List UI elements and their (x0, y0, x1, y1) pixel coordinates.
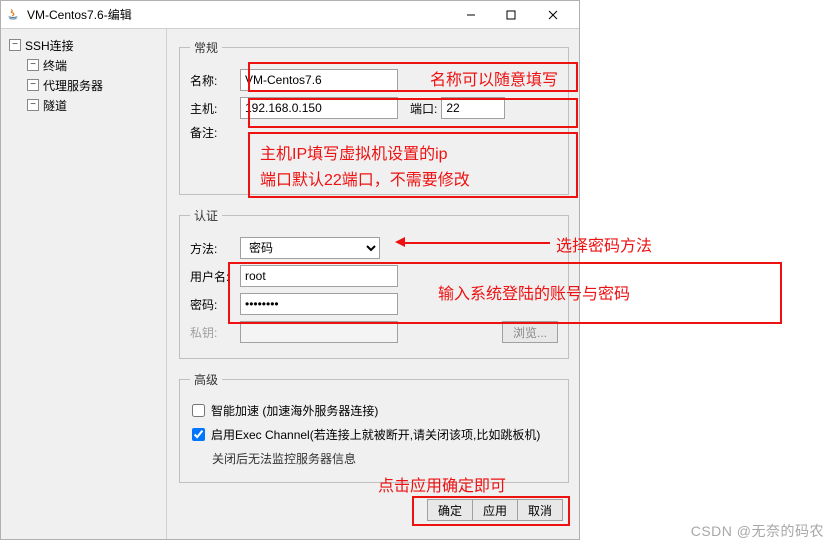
name-input[interactable] (240, 69, 398, 91)
advanced-legend: 高级 (190, 371, 222, 388)
main-panel: 常规 名称: 主机: 端口: 备注: 认证 方法 (167, 29, 579, 539)
method-label: 方法: (190, 240, 236, 257)
port-label: 端口: (410, 100, 437, 117)
tree: − SSH连接 − 终端 − 代理服务器 − 隧道 (5, 35, 162, 115)
tree-item-label: 代理服务器 (43, 77, 103, 94)
tree-item-tunnel[interactable]: − 隧道 (25, 95, 162, 115)
dialog-window: VM-Centos7.6-编辑 − SSH连接 − 终端 − (0, 0, 580, 540)
pass-label: 密码: (190, 296, 236, 313)
titlebar: VM-Centos7.6-编辑 (1, 1, 579, 29)
name-label: 名称: (190, 72, 236, 89)
annot-arrow-head-icon (395, 237, 405, 247)
collapse-icon[interactable]: − (27, 59, 39, 71)
maximize-button[interactable] (491, 1, 531, 29)
tree-root-label: SSH连接 (25, 37, 74, 54)
window-title: VM-Centos7.6-编辑 (27, 6, 451, 23)
note-label: 备注: (190, 124, 236, 141)
collapse-icon[interactable]: − (9, 39, 21, 51)
tree-item-label: 终端 (43, 57, 67, 74)
host-input[interactable] (240, 97, 398, 119)
tree-item-label: 隧道 (43, 97, 67, 114)
collapse-icon[interactable]: − (27, 79, 39, 91)
ok-button[interactable]: 确定 (427, 499, 473, 521)
key-input (240, 321, 398, 343)
accel-label: 智能加速 (加速海外服务器连接) (211, 402, 378, 419)
java-icon (5, 7, 21, 23)
password-input[interactable] (240, 293, 398, 315)
general-fieldset: 常规 名称: 主机: 端口: 备注: (179, 39, 569, 195)
accel-checkbox[interactable] (192, 404, 205, 417)
exec-note: 关闭后无法监控服务器信息 (212, 450, 356, 467)
port-input[interactable] (441, 97, 505, 119)
general-legend: 常规 (190, 39, 222, 56)
exec-checkbox[interactable] (192, 428, 205, 441)
tree-item-terminal[interactable]: − 终端 (25, 55, 162, 75)
tree-item-proxy[interactable]: − 代理服务器 (25, 75, 162, 95)
minimize-button[interactable] (451, 1, 491, 29)
advanced-fieldset: 高级 智能加速 (加速海外服务器连接) 启用Exec Channel(若连接上就… (179, 371, 569, 483)
button-bar: 确定 应用 取消 (179, 495, 569, 527)
key-label: 私钥: (190, 324, 236, 341)
close-button[interactable] (531, 1, 575, 29)
user-label: 用户名: (190, 268, 236, 285)
watermark: CSDN @无奈的码农 (691, 521, 824, 541)
apply-button[interactable]: 应用 (473, 499, 518, 521)
cancel-button[interactable]: 取消 (518, 499, 563, 521)
annot-arrow-line (405, 242, 550, 244)
browse-button: 浏览... (502, 321, 558, 343)
collapse-icon[interactable]: − (27, 99, 39, 111)
auth-legend: 认证 (190, 207, 222, 224)
method-select[interactable]: 密码 (240, 237, 380, 259)
host-label: 主机: (190, 100, 236, 117)
exec-label: 启用Exec Channel(若连接上就被断开,请关闭该项,比如跳板机) (211, 426, 540, 443)
username-input[interactable] (240, 265, 398, 287)
auth-fieldset: 认证 方法: 密码 用户名: 密码: 私钥: (179, 207, 569, 359)
tree-root-ssh[interactable]: − SSH连接 (7, 35, 162, 55)
sidebar: − SSH连接 − 终端 − 代理服务器 − 隧道 (1, 29, 167, 539)
